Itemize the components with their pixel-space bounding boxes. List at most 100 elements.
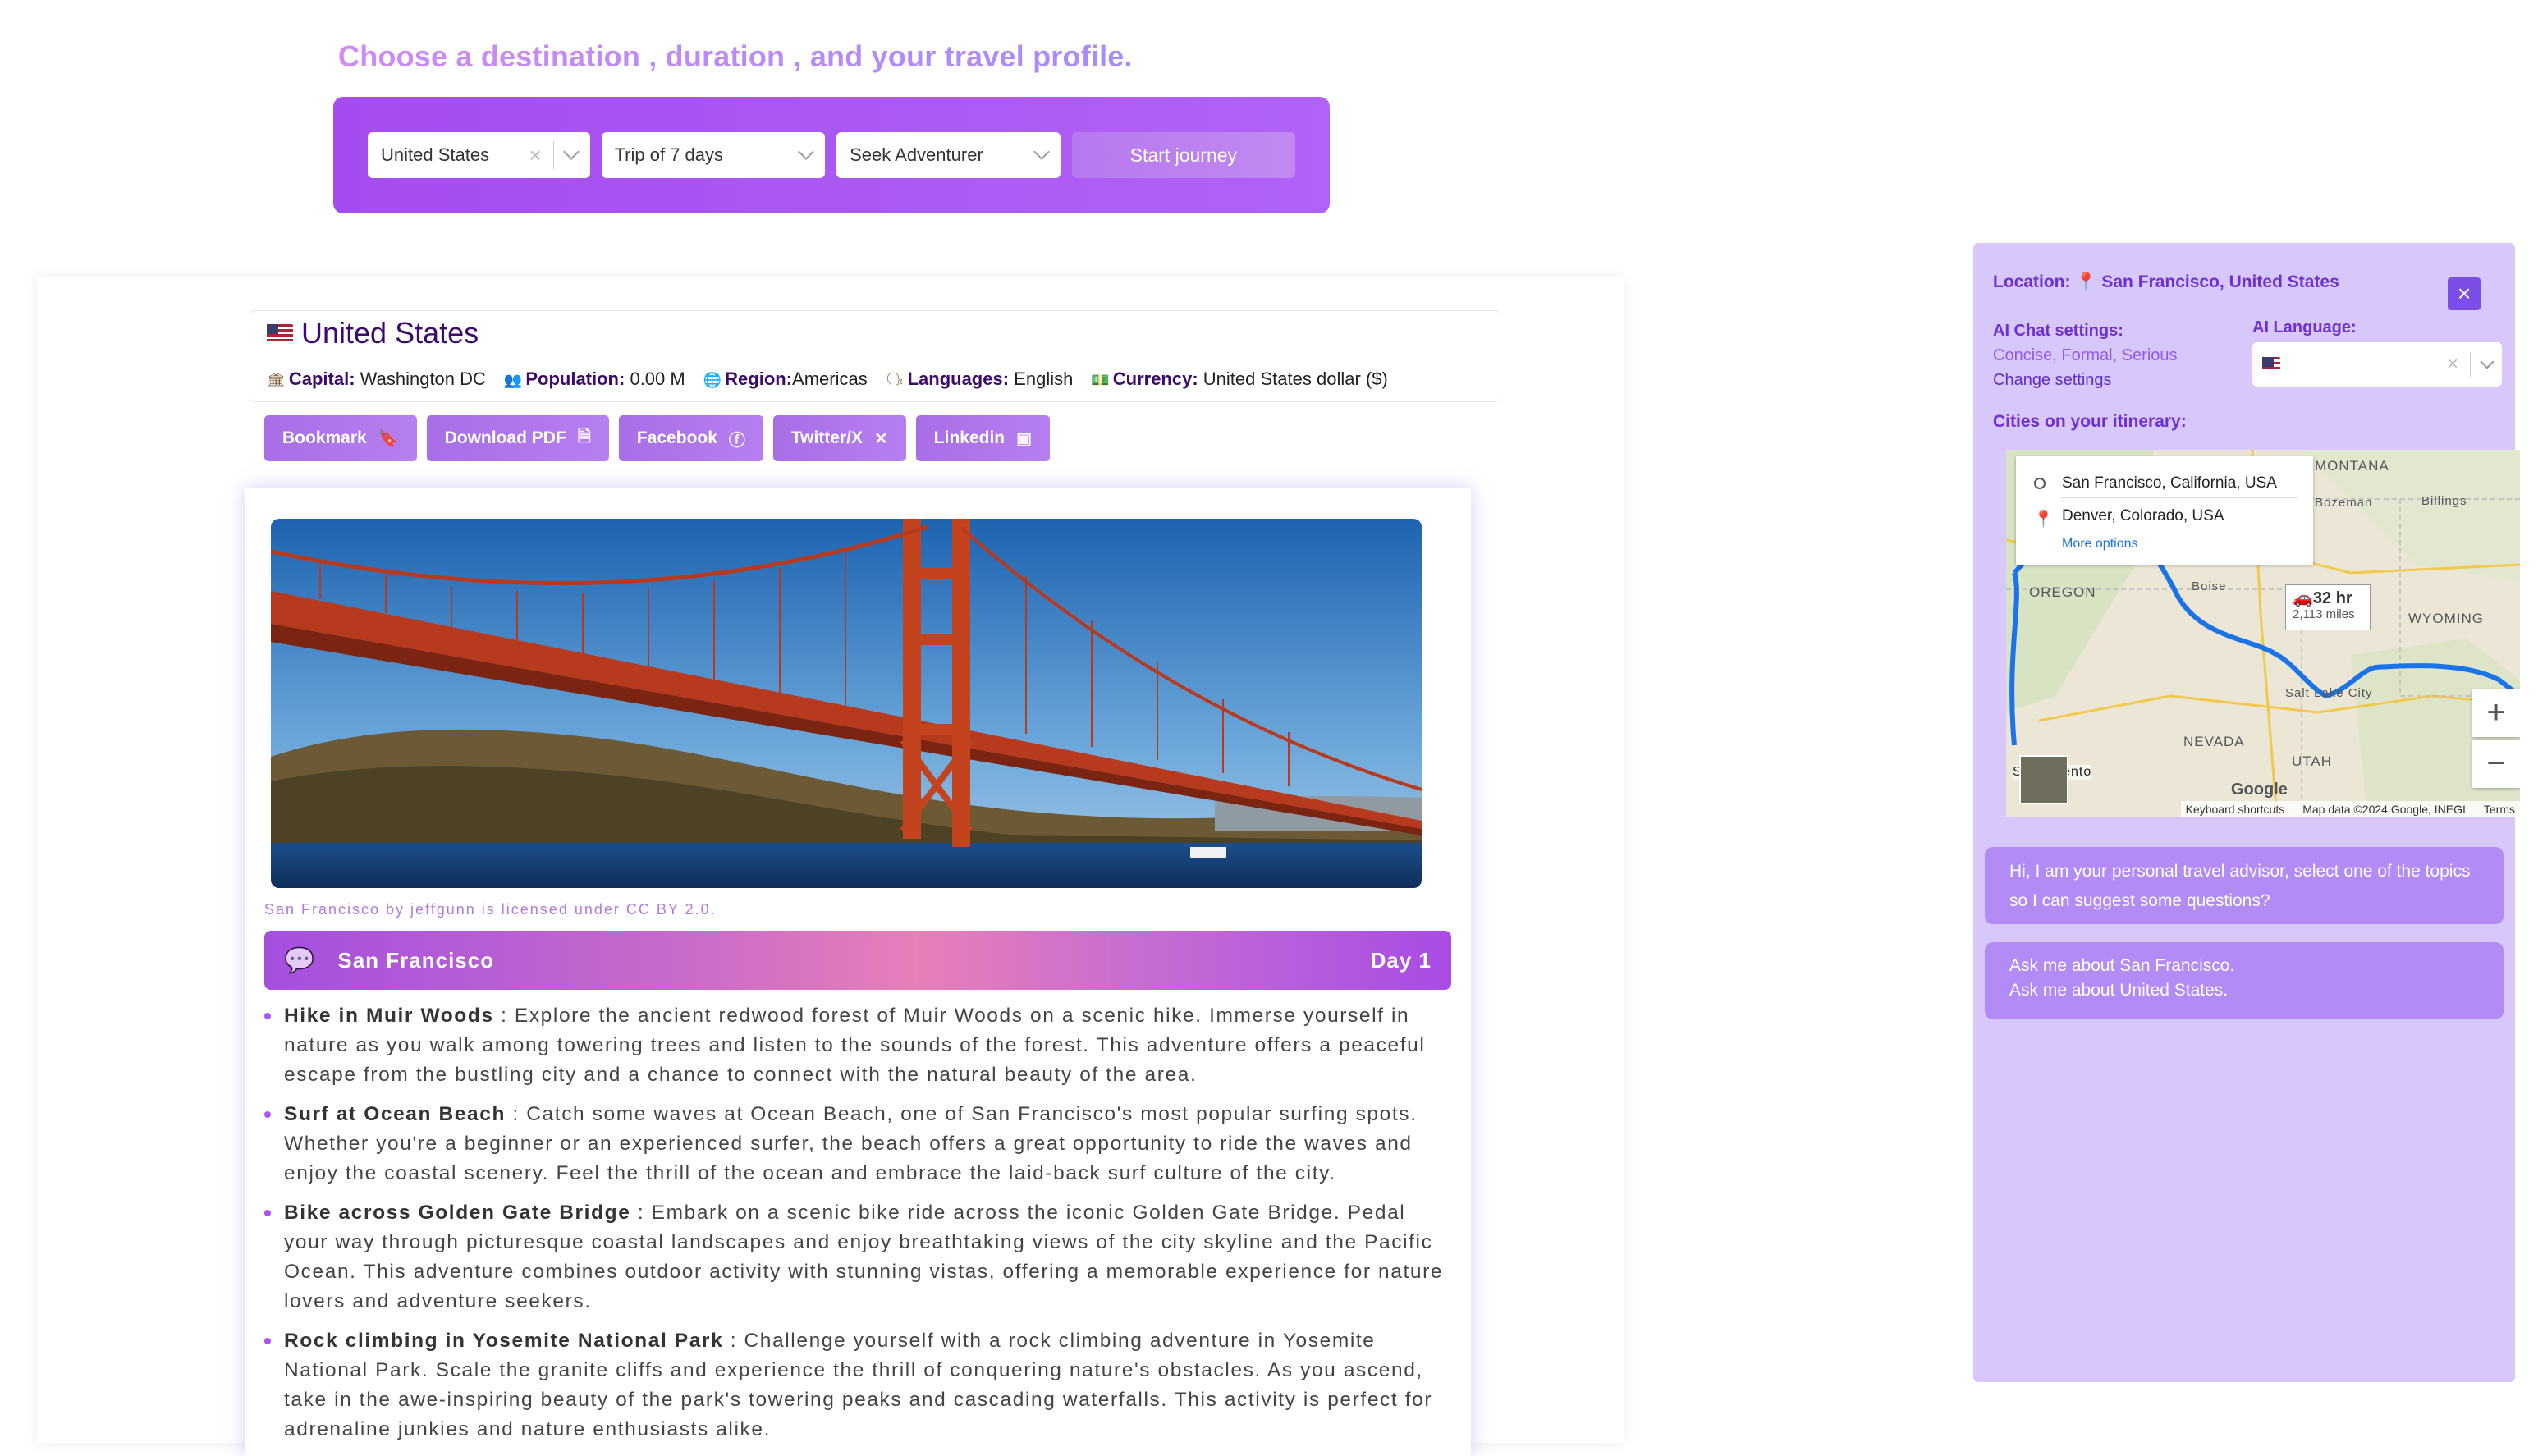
currency-fact: 💵 Currency: United States dollar ($) (1091, 369, 1387, 390)
bookmark-button[interactable]: Bookmark 🔖 (264, 415, 417, 461)
region-value: Americas (792, 369, 868, 389)
location-line: Location: 📍 San Francisco, United States (1993, 272, 2339, 292)
chat-bubble-icon[interactable]: 💬 (284, 946, 314, 975)
twitter-button[interactable]: Twitter/X ✕ (772, 415, 906, 461)
route-directions-box[interactable]: San Francisco, California, USA 📍 Denver,… (2016, 456, 2313, 565)
divider (2060, 497, 2298, 498)
facebook-button[interactable]: Facebook ⓕ (618, 415, 763, 461)
chat-settings-label: AI Chat settings: (1993, 322, 2123, 340)
map-attribution: Keyboard shortcuts Map data ©2024 Google… (2180, 801, 2520, 817)
start-journey-button[interactable]: Start journey (1071, 132, 1296, 178)
list-item: Bike across Golden Gate Bridge : Embark … (264, 1198, 1456, 1316)
photo-credit: San Francisco by jeffgunn is licensed un… (264, 901, 717, 918)
route-distance: 2,113 miles (2293, 607, 2355, 621)
region-fact: 🌐 Region:Americas (703, 369, 868, 390)
ai-chat-settings: AI Chat settings: Concise, Formal, Serio… (1993, 318, 2178, 392)
more-options-link[interactable]: More options (2062, 537, 2138, 552)
origin-circle-icon (2034, 478, 2046, 489)
language-select[interactable]: × (2252, 342, 2502, 387)
speech-icon: 🗣 (885, 372, 905, 388)
linkedin-label: Linkedin (933, 428, 1006, 447)
money-icon: 💵 (1091, 372, 1110, 388)
map-label: OREGON (2029, 584, 2096, 600)
route-origin[interactable]: San Francisco, California, USA (2062, 474, 2277, 492)
bookmark-label: Bookmark (282, 428, 367, 447)
chevron-down-icon[interactable] (1033, 144, 1050, 160)
route-destination[interactable]: Denver, Colorado, USA (2062, 507, 2224, 525)
us-flag-icon (267, 324, 293, 342)
trip-selector-bar: United States × Trip of 7 days Seek Adve… (333, 97, 1330, 213)
population-value: 0.00 M (630, 369, 685, 389)
map-label: WYOMING (2408, 611, 2484, 626)
region-label: Region: (725, 369, 793, 389)
list-item: Hike in Muir Woods : Explore the ancient… (264, 1001, 1456, 1090)
google-logo: Google (2231, 781, 2288, 799)
route-duration-badge[interactable]: 🚗32 hr 2,113 miles (2285, 584, 2371, 630)
currency-label: Currency: (1112, 369, 1198, 389)
languages-value: English (1014, 369, 1074, 389)
population-fact: 👥 Population: 0.00 M (504, 369, 685, 390)
country-facts: 🏛 Capital: Washington DC 👥 Population: 0.0… (267, 369, 1388, 390)
languages-fact: 🗣 Languages: English (886, 369, 1074, 390)
day-city: San Francisco (337, 947, 495, 973)
satellite-toggle-thumbnail[interactable] (2019, 755, 2068, 804)
country-title: United States (267, 316, 479, 350)
capital-value: Washington DC (360, 369, 486, 389)
keyboard-shortcuts-link[interactable]: Keyboard shortcuts (2186, 801, 2285, 817)
capital-fact: 🏛 Capital: Washington DC (267, 369, 486, 390)
divider (2470, 352, 2471, 377)
activity-list: Hike in Muir Woods : Explore the ancient… (264, 1001, 1456, 1454)
day-header: 💬 San Francisco Day 1 (264, 931, 1451, 990)
facebook-icon: ⓕ (728, 431, 745, 450)
bookmark-icon: 🔖 (378, 429, 399, 448)
location-value: San Francisco, United States (2101, 272, 2339, 291)
activity-title: Rock climbing in Yosemite National Park (284, 1330, 724, 1352)
itinerary-map[interactable]: San Francisco, California, USA 📍 Denver,… (2006, 450, 2520, 817)
country-name: United States (301, 316, 479, 350)
activity-title: Surf at Ocean Beach (284, 1103, 506, 1125)
itinerary-day-card: San Francisco by jeffgunn is licensed un… (245, 488, 1471, 1456)
chevron-down-icon[interactable] (798, 144, 815, 160)
population-label: Population: (525, 369, 625, 389)
duration-select[interactable]: Trip of 7 days (601, 132, 826, 178)
download-pdf-button[interactable]: Download PDF 🗎 (426, 415, 609, 461)
map-label: Salt Lake City (2285, 686, 2373, 700)
change-settings-link[interactable]: Change settings (1993, 368, 2178, 392)
ai-language: AI Language: × (2252, 318, 2502, 387)
globe-icon: 🌐 (703, 372, 722, 388)
clear-icon[interactable]: × (2447, 353, 2458, 376)
list-item: Surf at Ocean Beach : Catch some waves a… (264, 1100, 1456, 1188)
linkedin-icon: ▣ (1016, 429, 1033, 448)
destination-select[interactable]: United States × (368, 132, 590, 178)
suggestion-item[interactable]: Ask me about San Francisco. (2009, 954, 2479, 978)
profile-select[interactable]: Seek Adventurer (836, 132, 1061, 178)
languages-label: Languages: (907, 369, 1010, 389)
facebook-label: Facebook (636, 428, 717, 447)
travel-advisor-panel: Location: 📍 San Francisco, United States… (1973, 243, 2520, 1382)
currency-value: United States dollar ($) (1203, 369, 1388, 389)
download-pdf-label: Download PDF (444, 428, 566, 447)
language-value (2262, 355, 2447, 374)
list-item: Rock climbing in Yosemite National Park … (264, 1326, 1456, 1445)
building-icon: 🏛 (267, 372, 286, 388)
golden-gate-photo (271, 519, 1422, 888)
close-panel-button[interactable]: × (2448, 277, 2481, 310)
zoom-out-button[interactable]: − (2472, 740, 2520, 788)
cities-label: Cities on your itinerary: (1993, 412, 2187, 431)
linkedin-button[interactable]: Linkedin ▣ (915, 415, 1051, 461)
chevron-down-icon[interactable] (2480, 355, 2494, 369)
language-label: AI Language: (2252, 318, 2357, 337)
chevron-down-icon[interactable] (562, 144, 580, 160)
terms-link[interactable]: Terms (2484, 801, 2515, 817)
map-data-text: Map data ©2024 Google, INEGI (2302, 803, 2466, 816)
zoom-in-button[interactable]: + (2472, 689, 2520, 737)
suggestion-item[interactable]: Ask me about United States. (2009, 978, 2479, 1003)
people-icon: 👥 (503, 372, 523, 388)
x-icon: ✕ (874, 429, 888, 448)
map-label: NEVADA (2183, 734, 2245, 749)
destination-value: United States (381, 144, 490, 165)
duration-value: Trip of 7 days (614, 144, 724, 165)
car-icon: 🚗 (2293, 589, 2313, 607)
clear-icon[interactable]: × (529, 143, 541, 168)
country-info-panel: United States 🏛 Capital: Washington DC 👥 P… (250, 310, 1500, 402)
